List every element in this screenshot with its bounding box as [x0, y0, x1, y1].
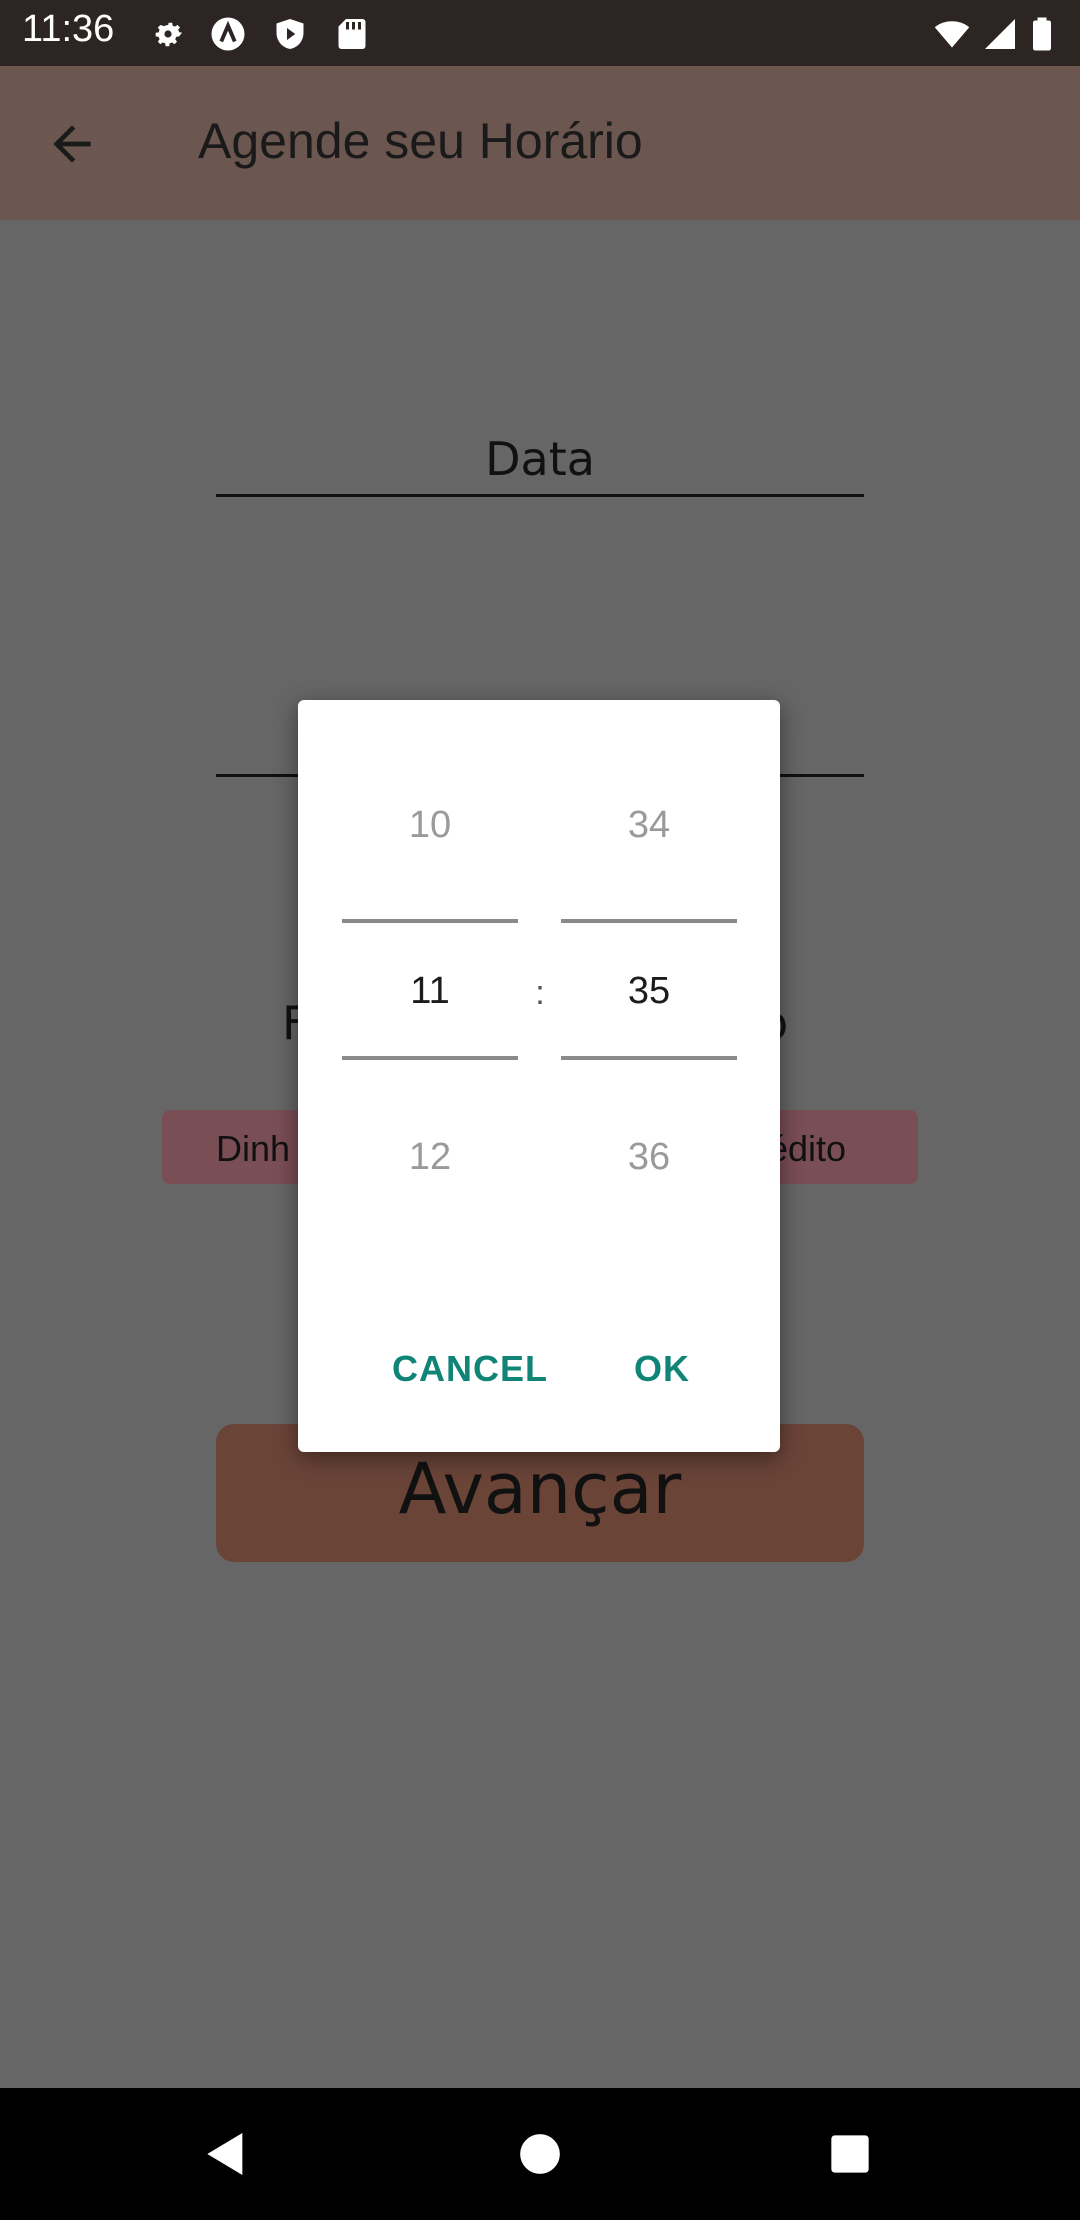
nav-recents-icon[interactable]	[822, 2126, 878, 2182]
minute-bottom-divider	[561, 1056, 737, 1060]
arrow-back-icon[interactable]	[42, 116, 102, 172]
ok-button[interactable]: OK	[634, 1348, 690, 1390]
time-separator: :	[535, 974, 545, 1012]
minute-above[interactable]: 34	[561, 804, 737, 847]
wifi-icon	[934, 16, 970, 52]
date-field-underline[interactable]	[216, 494, 864, 497]
nav-home-icon[interactable]	[512, 2126, 568, 2182]
hour-below[interactable]: 12	[342, 1136, 518, 1179]
signal-icon	[982, 16, 1018, 52]
advance-button-label: Avançar	[398, 1448, 682, 1530]
hour-bottom-divider	[342, 1056, 518, 1060]
cancel-button[interactable]: CANCEL	[392, 1348, 548, 1390]
a-letter-icon	[210, 16, 246, 52]
date-field-label: Data	[485, 432, 595, 486]
payment-option-cash[interactable]: Dinh	[216, 1128, 290, 1170]
shield-play-icon	[272, 16, 308, 52]
battery-icon	[1030, 16, 1058, 52]
hour-selected[interactable]: 11	[342, 970, 518, 1013]
nav-back-icon[interactable]	[198, 2126, 254, 2182]
sd-card-icon	[334, 16, 370, 52]
hour-top-divider	[342, 919, 518, 923]
page-title: Agende seu Horário	[198, 113, 643, 169]
hour-above[interactable]: 10	[342, 804, 518, 847]
minute-below[interactable]: 36	[561, 1136, 737, 1179]
minute-top-divider	[561, 919, 737, 923]
status-time: 11:36	[22, 8, 115, 50]
minute-selected[interactable]: 35	[561, 970, 737, 1013]
gear-icon	[150, 16, 186, 52]
